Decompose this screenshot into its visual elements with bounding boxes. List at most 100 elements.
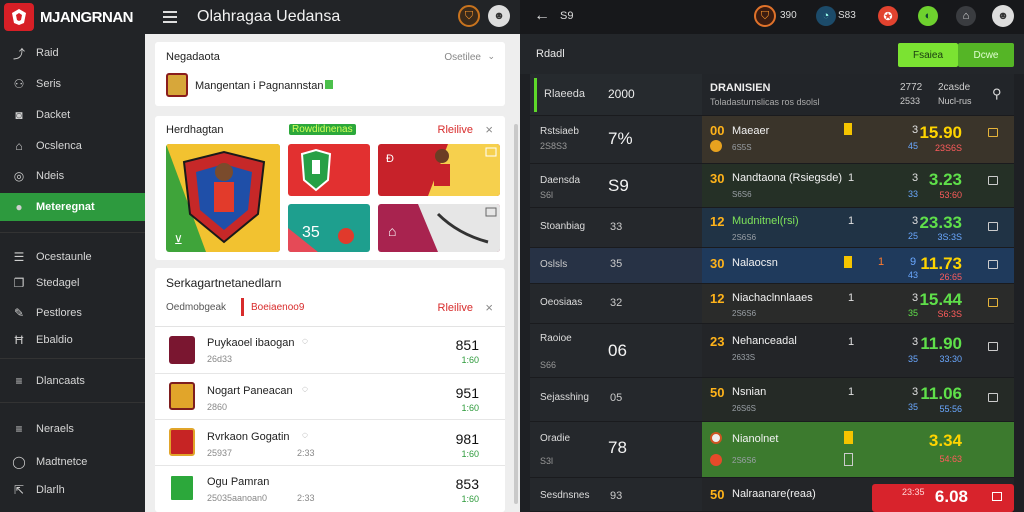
market-row[interactable]: 00 Maeaer 6S5S 3 45 15.90 23S6S (702, 116, 1014, 164)
clock-icon[interactable]: ◔ (816, 6, 836, 26)
market-row-left[interactable]: Rstsiaeb 2S8S3 7% (530, 116, 702, 164)
market-row-left[interactable]: Oradie S3l 78 (530, 422, 702, 478)
home-icon[interactable]: ⌂ (956, 6, 976, 26)
row-odds[interactable]: 15.90 (919, 123, 962, 143)
market-row-left[interactable]: Raoioe S66 06 (530, 324, 702, 378)
sidebar-item-ocestaunle[interactable]: ☰ Ocestaunle (0, 243, 145, 271)
avatar[interactable]: ☻ (992, 5, 1014, 27)
market-row-left[interactable]: Sejasshing 05 (530, 378, 702, 422)
row-odds[interactable]: 3.23 (929, 170, 962, 190)
team-crest-icon (166, 73, 188, 97)
row-sub: 6S5S (732, 143, 752, 152)
market-row-left[interactable]: Oslsls 35 (530, 248, 702, 284)
info-icon[interactable]: ◌ (302, 430, 308, 441)
row-rank: 50 (710, 385, 725, 400)
standings-filter-value[interactable]: Boeiaenoo9 (251, 302, 304, 313)
market-row[interactable]: 23 Nehanceadal 2633S 1 3 35 11.90 33:30 (702, 324, 1014, 378)
row-n2: 3 (912, 172, 919, 184)
row-n3: 35 (908, 354, 919, 364)
highlight-tile-5[interactable]: ⌂ (378, 204, 500, 252)
alert-icon[interactable]: ✪ (878, 6, 898, 26)
hamburger-menu-icon[interactable] (163, 11, 177, 23)
market-row-left[interactable]: Sesdnsnes 93 (530, 478, 702, 512)
close-icon[interactable]: × (485, 300, 493, 315)
market-row-left[interactable]: Stoanbiag 33 (530, 208, 702, 248)
sidebar-item-ebaldio[interactable]: Ħ Ebaldio (0, 326, 145, 354)
row-odds[interactable]: 11.73 (920, 254, 962, 274)
market-row-left[interactable]: Daensda S6l S9 (530, 164, 702, 208)
team-crest-icon (710, 432, 722, 444)
live-odds-highlight[interactable]: 23:35 6.08 (872, 484, 1014, 512)
secondary-button[interactable]: Dcwe (958, 43, 1014, 67)
row-odds[interactable]: 11.06 (920, 384, 962, 404)
highlight-tile-3[interactable]: Ð (378, 144, 500, 196)
search-icon[interactable]: ⚲ (992, 86, 1002, 102)
market-row[interactable]: 30 Nalaocsn 1 9 43 11.73 26:65 (702, 248, 1014, 284)
row-odds[interactable]: 23.33 (919, 213, 962, 233)
sidebar-item-ndeis[interactable]: ◎ Ndeis (0, 162, 145, 190)
market-row[interactable]: 12 Niachaclnnlaaes 2S6S6 1 3 35 15.44 S6… (702, 284, 1014, 324)
team-crest-icon[interactable]: ⛉ (754, 5, 776, 27)
highlight-tile-2[interactable] (288, 144, 370, 196)
primary-button[interactable]: Fsaiea (898, 43, 958, 67)
row-odds[interactable]: 3.34 (929, 431, 962, 451)
team-name: Rvrkaon Gogatin (207, 431, 290, 443)
expand-icon[interactable] (988, 298, 998, 307)
sidebar-item-dacket[interactable]: ◙ Dacket (0, 101, 145, 129)
scrollbar[interactable] (514, 124, 518, 504)
sidebar-item-meteregnat[interactable]: ● Meteregnat (0, 193, 145, 221)
header-right-sub: Toladasturnslicas ros dsolsl (710, 97, 820, 107)
row-odds[interactable]: 6.08 (935, 487, 968, 507)
team-row[interactable]: Ogu Pamran 25035aanoan0 2:33 853 1:60 (155, 466, 505, 512)
info-icon[interactable]: ◌ (302, 384, 308, 395)
team-row[interactable]: Nogart Paneacan ◌ 2860 951 1:60 (155, 374, 505, 420)
row-label: Oradie (540, 433, 571, 444)
sidebar-item-stedagel[interactable]: ❐ Stedagel (0, 269, 145, 297)
expand-icon[interactable] (988, 393, 998, 402)
brand[interactable]: MJANGRNAN (0, 0, 145, 34)
avatar[interactable]: ☻ (488, 5, 510, 27)
team-name: Puykaoel ibaogan (207, 337, 295, 349)
sidebar-item-raid[interactable]: ⤴ Raid (0, 39, 145, 67)
row-team: Nalraanare(reaa) (732, 488, 816, 500)
team-crest-icon (169, 382, 195, 410)
sidebar-item-ocslenca[interactable]: ⌂ Ocslenca (0, 132, 145, 160)
market-row[interactable]: 12 Mudnitnel(rsi) 2S6S6 1 3 25 23.33 3S:… (702, 208, 1014, 248)
market-row[interactable]: Nianolnet 2S6S6 3.34 54:63 (702, 422, 1014, 478)
status-icon[interactable]: ◐ (918, 6, 938, 26)
market-row[interactable]: 50 Nsnian 26S6S 1 3 35 11.06 55:56 (702, 378, 1014, 422)
expand-icon[interactable] (988, 176, 998, 185)
sidebar-item-dlarlh[interactable]: ⇱ Dlarlh (0, 476, 145, 504)
expand-icon[interactable] (992, 492, 1002, 501)
sidebar-item-neraels[interactable]: ≡ Neraels (0, 415, 145, 443)
team-row[interactable]: Rvrkaon Gogatin ◌ 25937 2:33 981 1:60 (155, 420, 505, 466)
row-odds[interactable]: 15.44 (919, 290, 962, 310)
expand-icon[interactable] (988, 128, 998, 137)
sidebar-item-seris[interactable]: ⚇ Seris (0, 70, 145, 98)
market-row-left[interactable]: Oeosiaas 32 (530, 284, 702, 324)
close-icon[interactable]: × (485, 122, 493, 137)
row-n2: 3 (912, 215, 919, 227)
market-row[interactable]: 50 Nalraanare(reaa) 23:35 6.08 (702, 478, 1014, 512)
expand-icon[interactable] (988, 342, 998, 351)
expand-icon[interactable] (988, 222, 998, 231)
market-row[interactable]: 30 Nandtaona (Rsiegsde) S6S6 1 3 33 3.23… (702, 164, 1014, 208)
standings-action[interactable]: Rleilive (438, 302, 473, 314)
info-icon[interactable]: ◌ (302, 336, 308, 347)
sidebar-item-madtnetce[interactable]: ◯ Madtnetce (0, 448, 145, 476)
highlight-tile-main[interactable]: ⊻ (166, 144, 280, 252)
team-crest-icon[interactable]: ⛉ (458, 5, 480, 27)
row-odds[interactable]: 11.90 (920, 334, 962, 354)
notification-right-label[interactable]: Osetilee (444, 52, 481, 63)
back-arrow-icon[interactable]: ← (534, 7, 550, 25)
chevron-down-icon[interactable]: ⌄ (487, 51, 495, 62)
highlight-tile-4[interactable]: 35 (288, 204, 370, 252)
sidebar-item-dlancaats[interactable]: ≡ Dlancaats (0, 367, 145, 395)
users-icon: ⚇ (13, 77, 25, 91)
highlights-action[interactable]: Rleilive (438, 124, 473, 136)
row-rank: 00 (710, 123, 725, 138)
header-col2-sub: Nucl-rus (938, 96, 972, 106)
team-row[interactable]: Puykaoel ibaogan ◌ 26d33 851 1:60 (155, 328, 505, 374)
sidebar-item-pestlores[interactable]: ✎ Pestlores (0, 299, 145, 327)
expand-icon[interactable] (988, 260, 998, 269)
